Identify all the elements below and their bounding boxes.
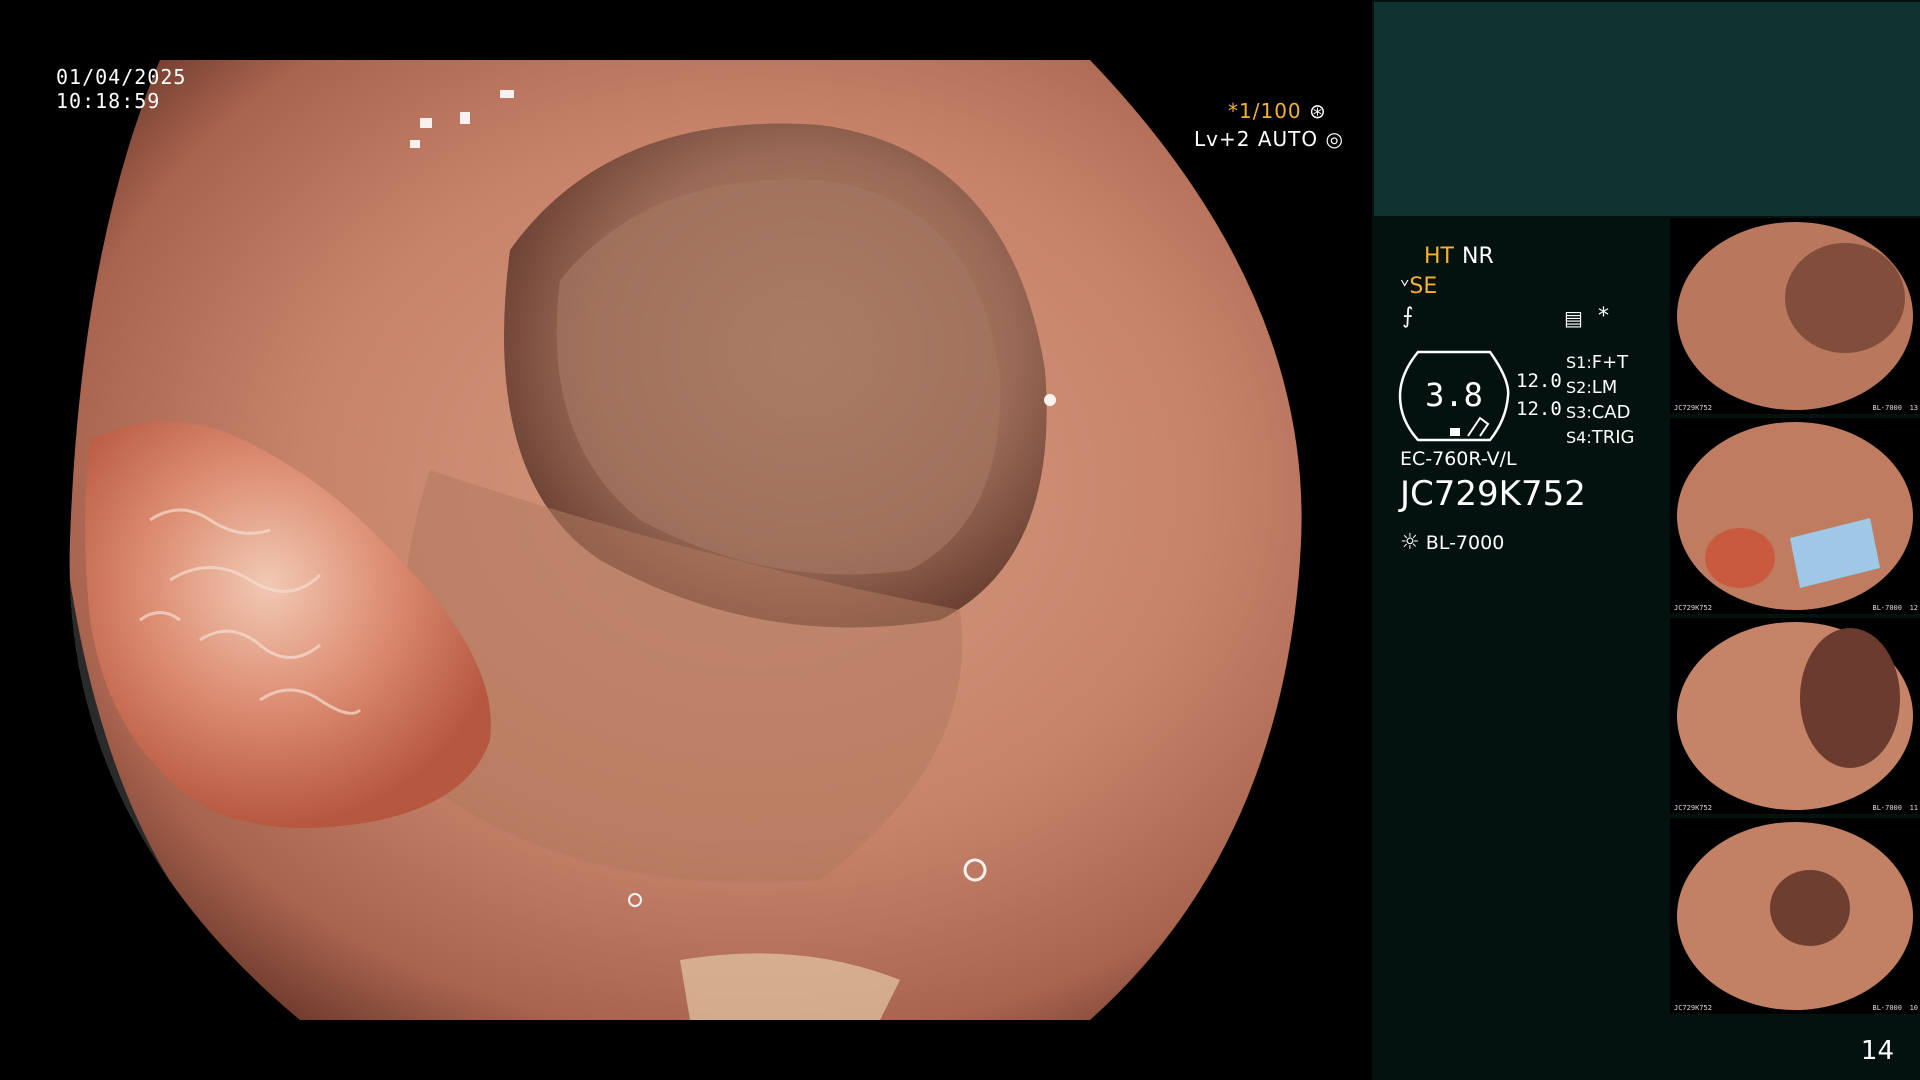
thumbnail-4[interactable]: JC729K752 BL-7000 10 [1670, 818, 1920, 1014]
s2-key: S2: [1566, 378, 1592, 397]
thumbnail-2-index: 12 [1909, 604, 1918, 612]
panel-header-area [1374, 2, 1920, 216]
iris-icon: ◎ [1318, 127, 1344, 151]
thumbnail-1-caption: JC729K752 [1674, 404, 1712, 412]
s3-key: S3: [1566, 403, 1592, 422]
scope-serial: JC729K752 [1400, 474, 1586, 514]
asterisk-indicator: * [1598, 304, 1609, 329]
enhance-icon: ᘁ [1400, 277, 1410, 298]
menu-icon: ▤ [1564, 306, 1583, 330]
value-a: 12.0 [1516, 370, 1562, 392]
switch-s3: S3:CAD [1566, 400, 1635, 425]
switch-list: S1:F+T S2:LM S3:CAD S4:TRIG [1566, 350, 1635, 450]
switch-s4: S4:TRIG [1566, 425, 1635, 450]
value-b: 12.0 [1516, 398, 1562, 420]
thumbnail-4-index: 10 [1909, 1004, 1918, 1012]
thumbnail-2-source: BL-7000 [1872, 604, 1902, 612]
thumbnail-4-caption: JC729K752 [1674, 1004, 1712, 1012]
gauge-value: 3.8 [1425, 376, 1483, 414]
endoscope-main-view: 01/04/2025 10:18:59 *1/100 ⊛ Lv+2 AUTO ◎ [0, 0, 1372, 1080]
thumbnail-3[interactable]: JC729K752 BL-7000 11 [1670, 618, 1920, 814]
thumbnail-4-image [1677, 822, 1913, 1010]
light-source-row: ☼ BL-7000 [1400, 530, 1504, 555]
lamp-icon: ☼ [1400, 530, 1420, 555]
nr-label: NR [1462, 244, 1494, 269]
thumbnail-3-caption: JC729K752 [1674, 804, 1712, 812]
s3-value: CAD [1591, 402, 1631, 423]
exam-date: 01/04/2025 [56, 65, 187, 89]
thumbnail-1-index: 13 [1909, 404, 1918, 412]
page-number: 14 [1860, 1036, 1894, 1066]
info-panel: HT NR ᘁSE ⨍ ▤ * 3.8 12.0 12.0 S1:F+T S2:… [1372, 0, 1920, 1080]
thumbnail-3-index: 11 [1909, 804, 1918, 812]
s1-value: F+T [1591, 352, 1629, 373]
thumbnail-2-caption: JC729K752 [1674, 604, 1712, 612]
s4-value: TRIG [1591, 427, 1635, 448]
ht-label: HT [1424, 244, 1454, 269]
scope-model: EC-760R-V/L [1400, 448, 1517, 470]
exam-time: 10:18:59 [56, 89, 161, 113]
s4-key: S4: [1566, 428, 1592, 447]
exposure-level: Lv+2 AUTO ◎ [1194, 126, 1344, 152]
light-source: BL-7000 [1425, 532, 1505, 554]
switch-s1: S1:F+T [1566, 350, 1635, 375]
thumbnail-1-source: BL-7000 [1872, 404, 1902, 412]
shutter-speed: *1/100 ⊛ [1228, 98, 1327, 124]
switch-s2: S2:LM [1566, 375, 1635, 400]
s1-key: S1: [1566, 353, 1592, 372]
thumbnail-2-image [1677, 422, 1913, 610]
se-label: SE [1409, 274, 1438, 299]
thumbnail-2[interactable]: JC729K752 BL-7000 12 [1670, 418, 1920, 614]
thumbnail-1-image [1677, 222, 1913, 410]
zoom-gauge: 3.8 [1398, 350, 1510, 442]
exposure-value: Lv+2 AUTO [1194, 127, 1319, 151]
shutter-value: *1/100 [1228, 99, 1302, 123]
s2-value: LM [1591, 377, 1618, 398]
mucosa-image [69, 60, 1302, 1020]
thumbnail-3-source: BL-7000 [1872, 804, 1902, 812]
filter-icon: ⨍ [1402, 304, 1414, 329]
shutter-icon: ⊛ [1301, 99, 1327, 123]
thumbnail-3-image [1677, 622, 1913, 810]
se-row: ᘁSE [1400, 274, 1437, 299]
thumbnail-1[interactable]: JC729K752 BL-7000 13 [1670, 218, 1920, 414]
thumbnail-4-source: BL-7000 [1872, 1004, 1902, 1012]
